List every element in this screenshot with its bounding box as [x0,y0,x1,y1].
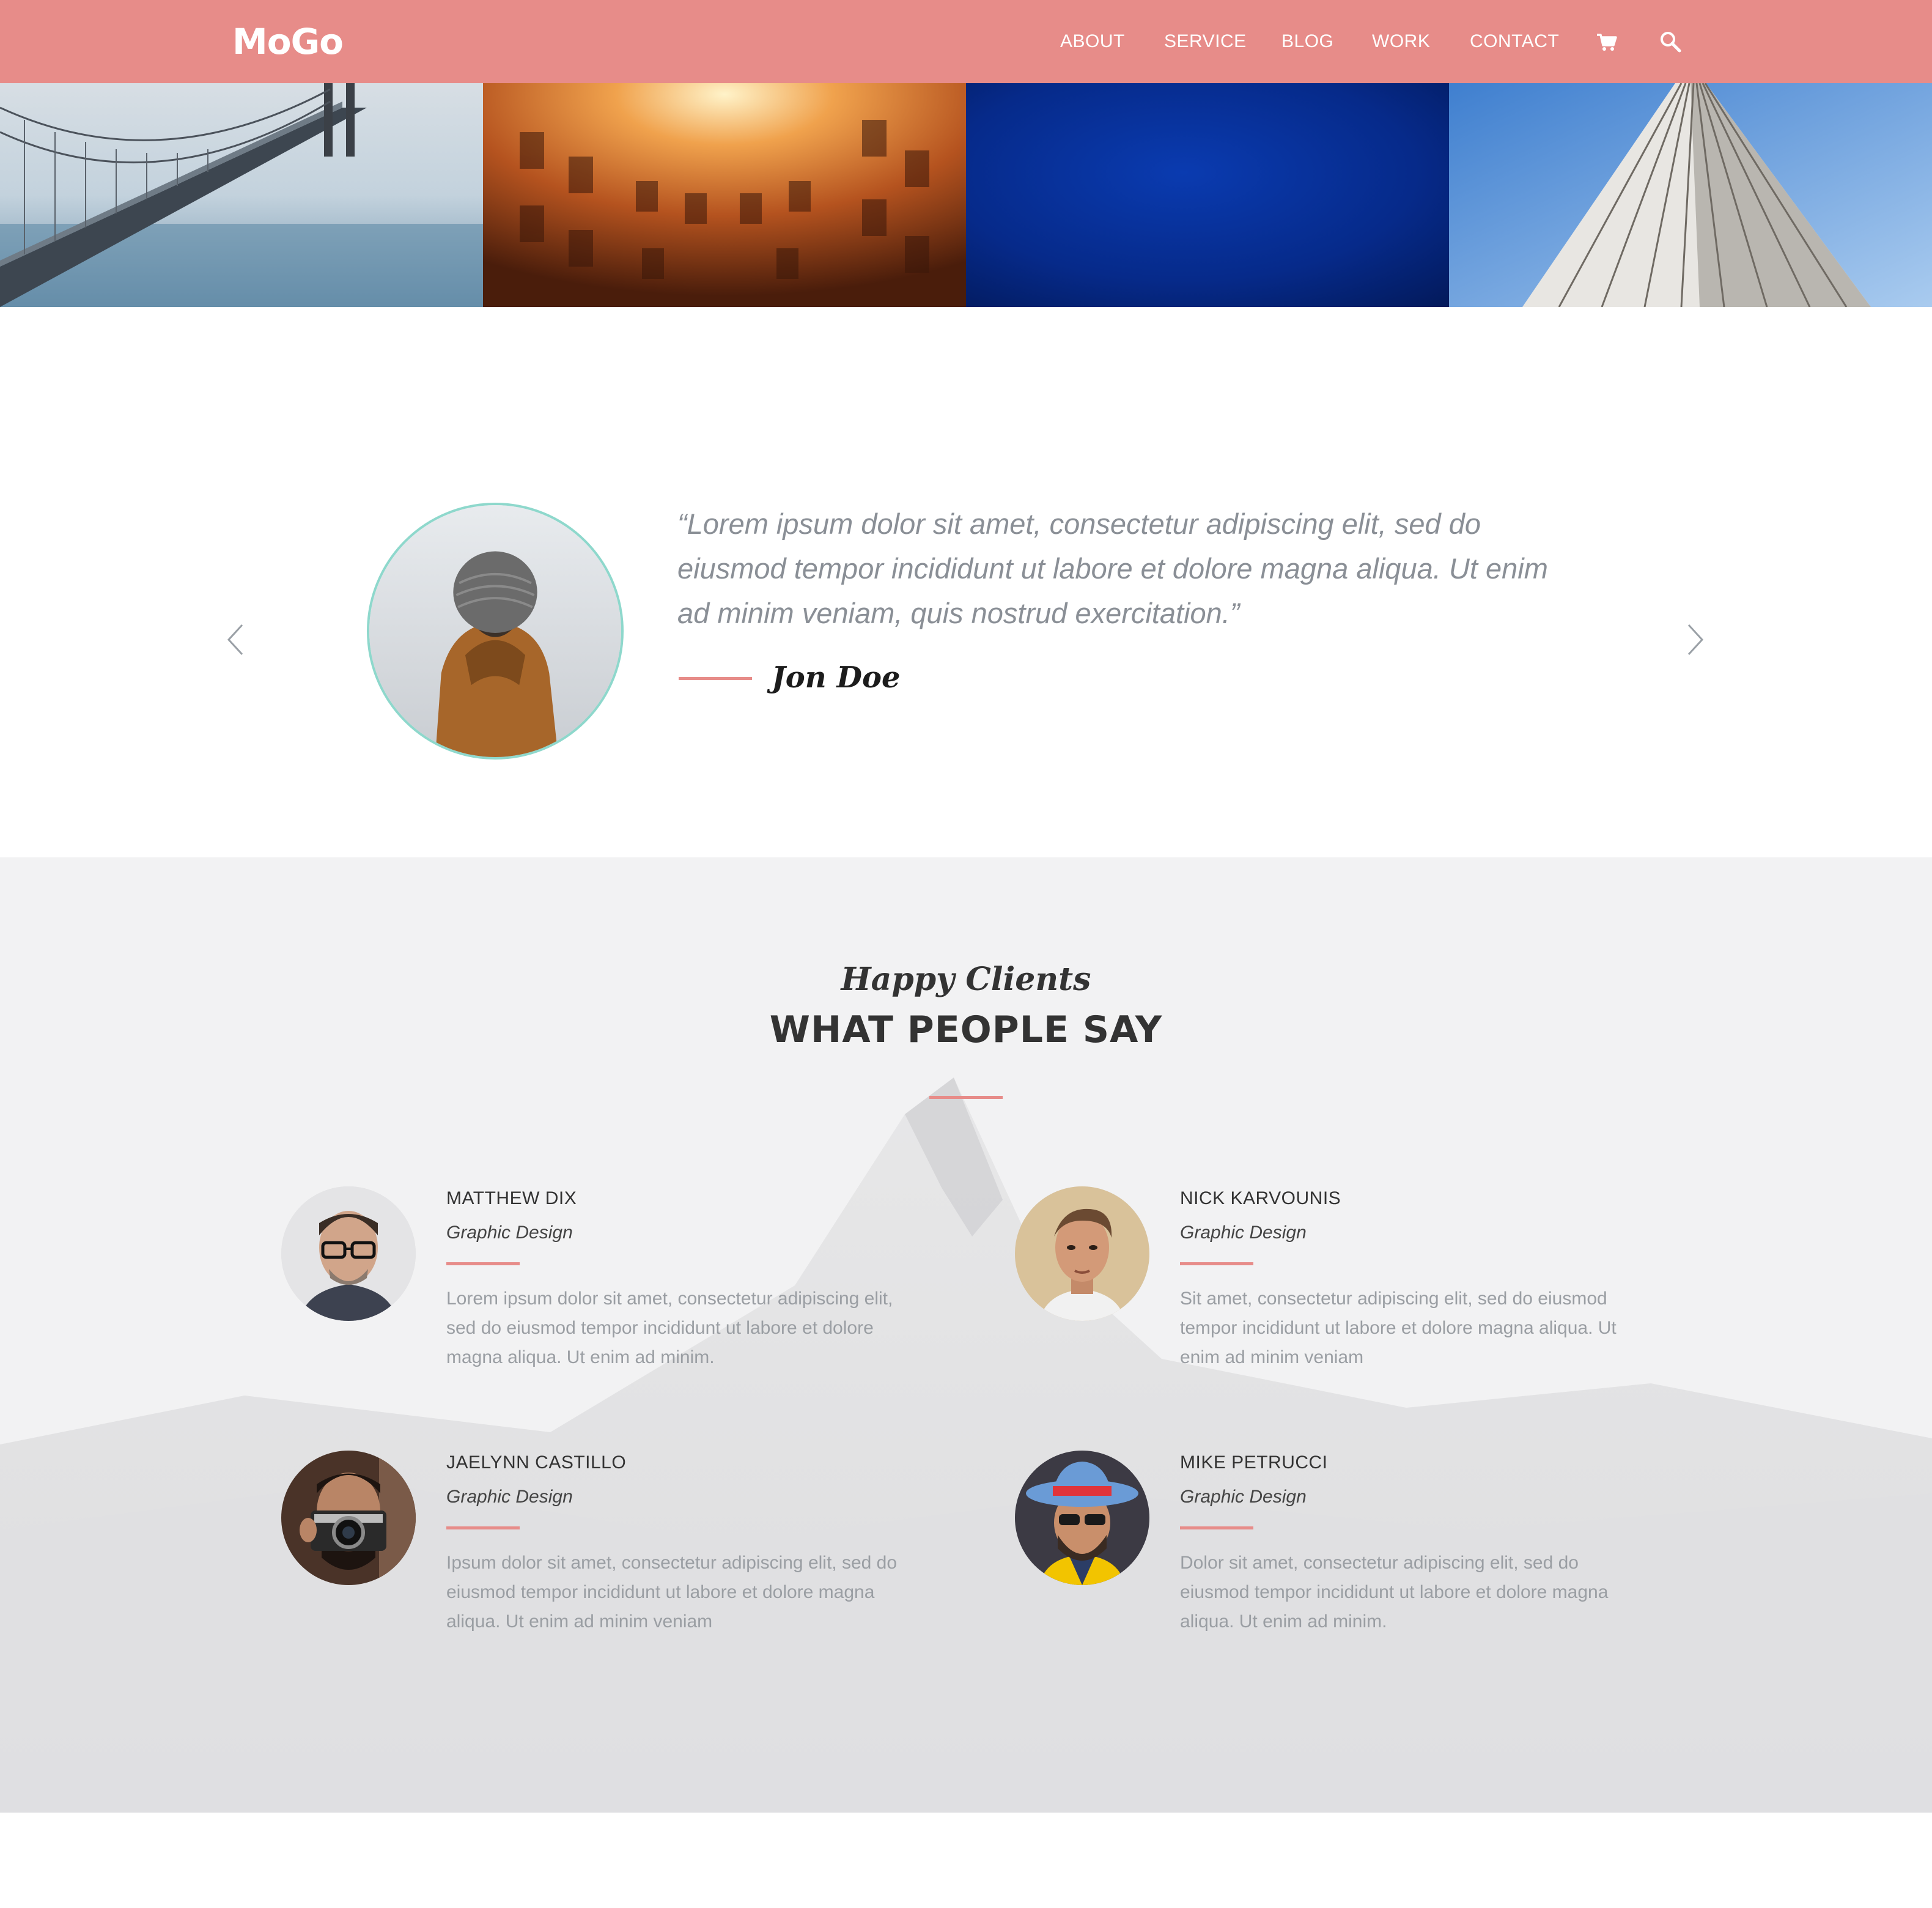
review-divider [1180,1526,1253,1529]
cart-icon[interactable] [1595,29,1619,54]
nav-service[interactable]: SERVICE [1164,29,1247,54]
nav-work[interactable]: WORK [1372,29,1430,54]
testimonial-author: Jon Doe [772,660,901,695]
review-divider [1180,1262,1253,1265]
avatar [281,1186,416,1321]
review-text: Lorem ipsum dolor sit amet, consectetur … [446,1289,893,1367]
bridge-photo [0,83,483,307]
chevron-left-icon[interactable] [224,621,248,658]
site-header: MoGo ABOUT SERVICE BLOG WORK CONTACT [0,0,1932,83]
hero-gallery [0,83,1932,307]
review-text: Ipsum dolor sit amet, consectetur adipis… [446,1553,898,1632]
review-card: MATTHEW DIX Graphic Design Lorem ipsum d… [281,1186,990,1394]
client-role: Graphic Design [1180,1222,1307,1243]
review-text: Sit amet, consectetur adipiscing elit, s… [1180,1289,1617,1367]
review-card: NICK KARVOUNIS Graphic Design Sit amet, … [1015,1186,1724,1394]
skyscraper-photo [1449,83,1932,307]
client-name: MATTHEW DIX [446,1188,577,1208]
client-role: Graphic Design [446,1487,573,1507]
client-role: Graphic Design [1180,1487,1307,1507]
testimonial-quote: “Lorem ipsum dolor sit amet, consectetur… [677,508,1548,629]
client-role: Graphic Design [446,1222,573,1243]
nav-contact[interactable]: CONTACT [1470,29,1559,54]
review-text: Dolor sit amet, consectetur adipiscing e… [1180,1553,1609,1632]
heading-divider [929,1096,1003,1099]
avatar [1015,1186,1149,1321]
nav-about[interactable]: ABOUT [1060,29,1125,54]
review-card: MIKE PETRUCCI Graphic Design Dolor sit a… [1015,1451,1724,1658]
section-heading: WHAT PEOPLE SAY [769,1008,1163,1051]
testimonial-slider: “Lorem ipsum dolor sit amet, consectetur… [0,307,1932,857]
testimonial-avatar [367,503,624,760]
chevron-right-icon[interactable] [1683,621,1707,658]
review-divider [446,1262,520,1265]
client-name: NICK KARVOUNIS [1180,1188,1341,1208]
building-courtyard-photo [483,83,966,307]
quote-divider [679,677,752,680]
blue-photo [966,83,1449,307]
client-name: MIKE PETRUCCI [1180,1452,1328,1473]
client-name: JAELYNN CASTILLO [446,1452,627,1473]
search-icon[interactable] [1658,29,1683,54]
section-subheading: Happy Clients [841,961,1091,998]
logo[interactable]: MoGo [232,17,344,66]
happy-clients-section: Happy Clients WHAT PEOPLE SAY MATTHEW DI… [0,857,1932,1813]
nav-blog[interactable]: BLOG [1281,29,1333,54]
avatar [1015,1451,1149,1585]
avatar [281,1451,416,1585]
review-card: JAELYNN CASTILLO Graphic Design Ipsum do… [281,1451,990,1658]
review-divider [446,1526,520,1529]
